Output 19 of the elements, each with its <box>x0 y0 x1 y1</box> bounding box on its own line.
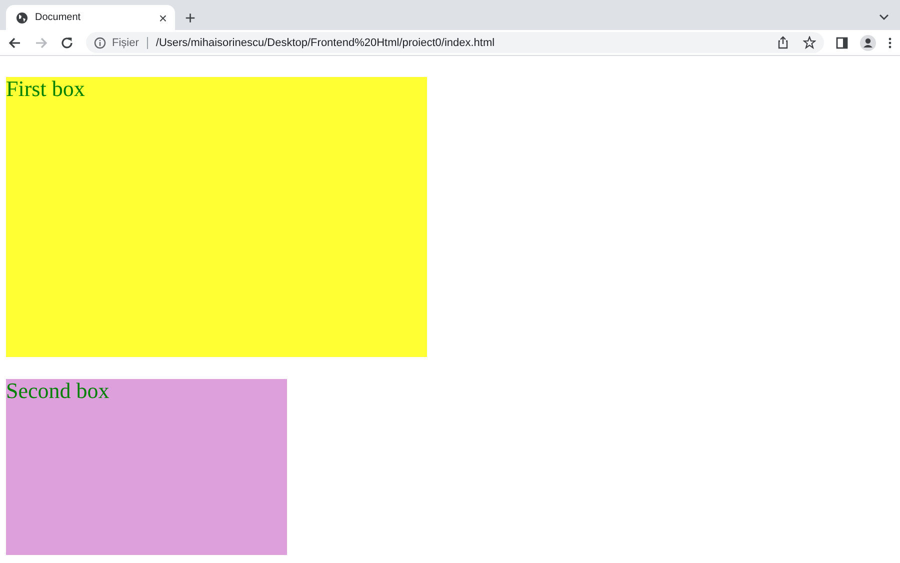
star-icon[interactable] <box>803 36 816 49</box>
new-tab-button[interactable]: + <box>182 9 199 27</box>
close-tab-button[interactable]: × <box>158 10 167 24</box>
browser-tab[interactable]: Document × <box>6 5 175 30</box>
share-icon[interactable] <box>777 36 789 49</box>
url-text: /Users/mihaisorinescu/Desktop/Frontend%20Html/proiect0/index.html <box>156 36 495 48</box>
scheme-label: Fișier <box>112 36 139 48</box>
info-icon <box>94 36 106 48</box>
menu-icon[interactable] <box>888 36 892 48</box>
reload-icon[interactable] <box>60 36 74 50</box>
tab-title: Document <box>35 12 82 23</box>
box-heading: Second box <box>6 378 110 403</box>
side-panel-icon[interactable] <box>836 36 848 48</box>
globe-icon <box>16 12 28 24</box>
back-arrow-icon[interactable] <box>8 36 22 50</box>
box-heading: First box <box>6 76 85 101</box>
chevron-down-icon[interactable] <box>879 14 889 20</box>
address-bar[interactable]: Fișier /Users/mihaisorinescu/Desktop/Frontend%20Html/proiect0/index.html <box>86 32 824 53</box>
profile-icon[interactable] <box>860 34 876 50</box>
